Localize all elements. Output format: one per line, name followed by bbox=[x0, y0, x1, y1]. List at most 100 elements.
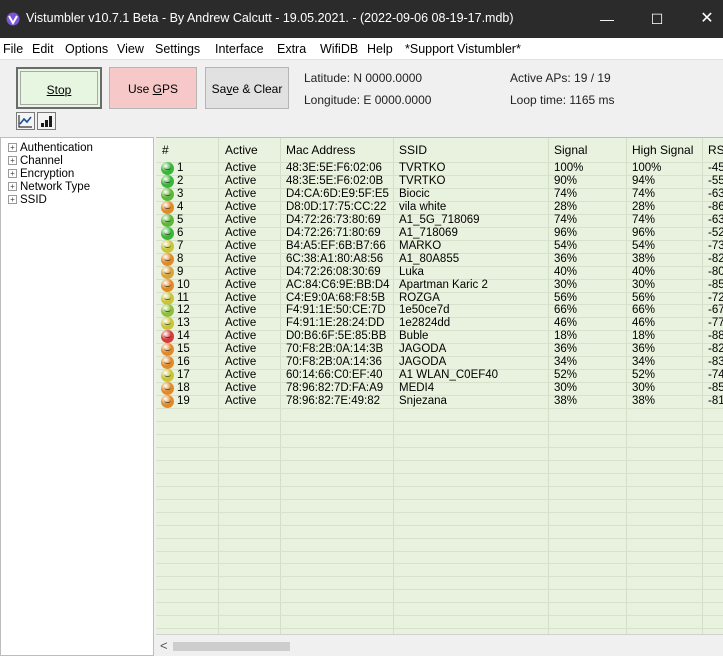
line-graph-button[interactable] bbox=[16, 112, 35, 130]
scroll-left-icon[interactable]: < bbox=[160, 638, 168, 653]
table-row[interactable]: 10 Active AC:84:C6:9E:BB:D4 Apartman Karic … bbox=[156, 278, 723, 292]
table-row[interactable]: 14 Active D0:B6:6F:5E:85:BB Buble 18% 18% -88 bbox=[156, 330, 723, 344]
cell-high: 74% bbox=[632, 213, 656, 226]
cell-high: 34% bbox=[632, 356, 656, 369]
menu-support[interactable]: *Support Vistumbler* bbox=[405, 42, 521, 56]
header-signal[interactable]: Signal bbox=[554, 143, 587, 157]
menu-edit[interactable]: Edit bbox=[32, 42, 54, 56]
expand-plus-icon[interactable]: + bbox=[8, 143, 17, 152]
scroll-thumb[interactable] bbox=[173, 642, 290, 651]
minimize-button[interactable]: — bbox=[584, 0, 630, 38]
tree-item-ssid[interactable]: + SSID bbox=[8, 194, 47, 206]
stop-button[interactable]: Stop bbox=[16, 67, 102, 109]
cell-active: Active bbox=[225, 317, 257, 330]
signal-status-icon bbox=[161, 369, 174, 383]
smiley-face-icon bbox=[164, 271, 171, 274]
tree-item-label: Encryption bbox=[20, 168, 75, 180]
header-ssid[interactable]: SSID bbox=[399, 143, 427, 157]
expand-plus-icon[interactable]: + bbox=[8, 156, 17, 165]
menu-view[interactable]: View bbox=[117, 42, 144, 56]
row-divider bbox=[156, 421, 723, 422]
expand-plus-icon[interactable]: + bbox=[8, 169, 17, 178]
horizontal-scrollbar[interactable]: < bbox=[156, 634, 723, 656]
header-number[interactable]: # bbox=[162, 143, 169, 157]
table-row[interactable]: 1 Active 48:3E:5E:F6:02:06 TVRTKO 100% 100% -4… bbox=[156, 162, 723, 175]
cell-number: 14 bbox=[177, 330, 190, 343]
use-gps-button[interactable]: Use GPS bbox=[109, 67, 197, 109]
cell-signal: 28% bbox=[554, 200, 578, 213]
signal-status-icon bbox=[161, 213, 174, 227]
cell-number: 2 bbox=[177, 174, 184, 187]
tree-item-network-type[interactable]: + Network Type bbox=[8, 181, 90, 193]
cell-active: Active bbox=[225, 162, 257, 174]
signal-status-icon bbox=[161, 330, 174, 344]
row-divider bbox=[156, 551, 723, 552]
cell-rssi: -82 bbox=[708, 343, 723, 356]
menu-file[interactable]: File bbox=[3, 42, 23, 56]
cell-high: 46% bbox=[632, 317, 656, 330]
smiley-face-icon bbox=[164, 374, 171, 378]
tree-item-channel[interactable]: + Channel bbox=[8, 155, 63, 167]
table-row[interactable]: 7 Active B4:A5:EF:6B:B7:66 MARKO 54% 54% -73 bbox=[156, 239, 723, 253]
table-row[interactable]: 3 Active D4:CA:6D:E9:5F:E5 Biocic 74% 74% -63 bbox=[156, 187, 723, 201]
bar-graph-button[interactable] bbox=[37, 112, 56, 130]
header-active[interactable]: Active bbox=[225, 143, 258, 157]
header-mac-address[interactable]: Mac Address bbox=[286, 143, 355, 157]
cell-ssid: vila white bbox=[399, 200, 447, 213]
cell-active: Active bbox=[225, 187, 257, 200]
table-row[interactable]: 9 Active D4:72:26:08:30:69 Luka 40% 40% -80 bbox=[156, 265, 723, 279]
table-row[interactable]: 4 Active D8:0D:17:75:CC:22 vila white 28% 28%… bbox=[156, 200, 723, 214]
header-high-signal[interactable]: High Signal bbox=[632, 143, 693, 157]
signal-status-icon bbox=[161, 174, 174, 188]
menu-settings[interactable]: Settings bbox=[155, 42, 200, 56]
cell-high: 28% bbox=[632, 200, 656, 213]
menu-extra[interactable]: Extra bbox=[277, 42, 306, 56]
table-row[interactable]: 18 Active 78:96:82:7D:FA:A9 MEDI4 30% 30% -85 bbox=[156, 382, 723, 396]
table-row[interactable]: 16 Active 70:F8:2B:0A:14:36 JAGODA 34% 34% -83 bbox=[156, 356, 723, 370]
menu-interface[interactable]: Interface bbox=[215, 42, 264, 56]
cell-ssid: Biocic bbox=[399, 187, 430, 200]
table-row[interactable]: 19 Active 78:96:82:7E:49:82 Snjezana 38% 38% -… bbox=[156, 395, 723, 409]
tree-item-authentication[interactable]: + Authentication bbox=[8, 142, 93, 154]
close-button[interactable]: ✕ bbox=[684, 0, 723, 38]
smiley-face-icon bbox=[164, 245, 171, 248]
cell-active: Active bbox=[225, 382, 257, 395]
use-gps-label-suffix: PS bbox=[162, 82, 179, 96]
signal-status-icon bbox=[161, 343, 174, 357]
cell-ssid: A1_80A855 bbox=[399, 252, 460, 265]
cell-active: Active bbox=[225, 252, 257, 265]
cell-signal: 30% bbox=[554, 278, 578, 291]
table-row[interactable]: 13 Active F4:91:1E:28:24:DD 1e2824dd 46% 46% -… bbox=[156, 317, 723, 331]
cell-active: Active bbox=[225, 291, 257, 304]
cell-active: Active bbox=[225, 395, 257, 408]
cell-rssi: -80 bbox=[708, 265, 723, 278]
table-row[interactable]: 6 Active D4:72:26:71:80:69 A1_718069 96% 96% -… bbox=[156, 226, 723, 240]
table-row[interactable]: 8 Active 6C:38:A1:80:A8:56 A1_80A855 36% 38% -… bbox=[156, 252, 723, 266]
table-row[interactable]: 15 Active 70:F8:2B:0A:14:3B JAGODA 36% 36% -82 bbox=[156, 343, 723, 357]
expand-plus-icon[interactable]: + bbox=[8, 182, 17, 191]
table-row[interactable]: 12 Active F4:91:1E:50:CE:7D 1e50ce7d 66% 66% -… bbox=[156, 304, 723, 318]
tree-item-encryption[interactable]: + Encryption bbox=[8, 168, 74, 180]
header-rssi[interactable]: RS bbox=[708, 143, 723, 157]
access-point-table[interactable]: # Active Mac Address SSID Signal High Si… bbox=[156, 137, 723, 634]
table-row[interactable]: 2 Active 48:3E:5E:F6:02:0B TVRTKO 90% 94% -55 bbox=[156, 174, 723, 188]
cell-high: 40% bbox=[632, 265, 656, 278]
smiley-face-icon bbox=[164, 387, 171, 391]
menu-options[interactable]: Options bbox=[65, 42, 108, 56]
smiley-face-icon bbox=[164, 361, 171, 365]
menu-wifidb[interactable]: WifiDB bbox=[320, 42, 358, 56]
cell-mac: 78:96:82:7E:49:82 bbox=[286, 395, 380, 408]
table-row[interactable]: 17 Active 60:14:66:C0:EF:40 A1 WLAN_C0EF40 5… bbox=[156, 369, 723, 383]
signal-status-icon bbox=[161, 382, 174, 396]
save-clear-button[interactable]: Save & Clear bbox=[205, 67, 289, 109]
cell-high: 38% bbox=[632, 395, 656, 408]
cell-number: 6 bbox=[177, 226, 184, 239]
expand-plus-icon[interactable]: + bbox=[8, 195, 17, 204]
table-row[interactable]: 11 Active C4:E9:0A:68:F8:5B ROZGA 56% 56% -72 bbox=[156, 291, 723, 305]
table-row[interactable]: 5 Active D4:72:26:73:80:69 A1_5G_718069 74% 7… bbox=[156, 213, 723, 227]
menu-help[interactable]: Help bbox=[367, 42, 393, 56]
smiley-face-icon bbox=[164, 284, 171, 287]
use-gps-label-accel: G bbox=[152, 82, 162, 96]
cell-ssid: MEDI4 bbox=[399, 382, 435, 395]
maximize-button[interactable]: ☐ bbox=[634, 0, 680, 38]
